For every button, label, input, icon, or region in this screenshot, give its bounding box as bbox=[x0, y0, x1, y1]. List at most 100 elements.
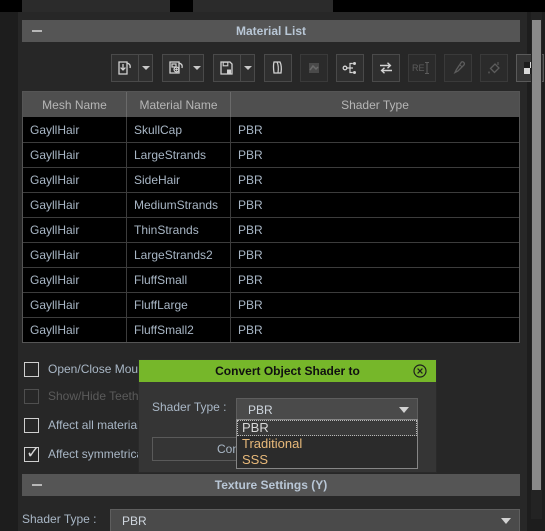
table-row[interactable]: GayllHair FluffSmall2 PBR bbox=[23, 317, 519, 342]
table-row[interactable]: GayllHair SkullCap PBR bbox=[23, 117, 519, 142]
checkbox-row-show-hide-teeth: Show/Hide Teeth bbox=[24, 385, 139, 407]
chevron-down-icon bbox=[243, 66, 252, 70]
material-list-section-header[interactable]: Material List bbox=[22, 20, 520, 42]
save-icon-button[interactable] bbox=[213, 54, 241, 82]
checkbox-affect-all-materials[interactable] bbox=[24, 417, 39, 433]
table-cell: PBR bbox=[238, 298, 263, 312]
save-icon-dropdown[interactable] bbox=[241, 54, 255, 82]
checkbox-row-affect-all-materials[interactable]: Affect all materials bbox=[24, 414, 146, 436]
table-row[interactable]: GayllHair FluffSmall PBR bbox=[23, 267, 519, 292]
eyedropper-button bbox=[444, 54, 472, 82]
checkbox-row-open-close-mouth[interactable]: Open/Close Mouth bbox=[24, 358, 148, 380]
table-header-row: Mesh Name Material Name Shader Type bbox=[23, 92, 519, 117]
svg-text:RE: RE bbox=[412, 63, 425, 73]
material-toolbar: RE bbox=[105, 54, 544, 88]
table-cell: PBR bbox=[238, 323, 263, 337]
dropdown-option[interactable]: SSS bbox=[237, 452, 417, 468]
table-cell: SkullCap bbox=[127, 117, 231, 142]
table-cell: GayllHair bbox=[23, 293, 127, 317]
check-mark-icon: ✓ bbox=[26, 442, 41, 463]
material-table: Mesh Name Material Name Shader Type Gayl… bbox=[22, 91, 520, 343]
vertical-scrollbar-thumb[interactable] bbox=[532, 20, 541, 490]
paint-bucket-icon bbox=[488, 62, 500, 74]
table-cell: FluffLarge bbox=[127, 293, 231, 317]
tab-right[interactable] bbox=[193, 0, 333, 12]
table-row[interactable]: GayllHair LargeStrands PBR bbox=[23, 142, 519, 167]
rename-text-icon: RE bbox=[412, 61, 429, 75]
table-cell: PBR bbox=[238, 273, 263, 287]
load-material-button[interactable] bbox=[111, 54, 139, 82]
table-body: GayllHair SkullCap PBR GayllHair LargeStrand… bbox=[23, 117, 519, 342]
shader-type-dropdown-list[interactable]: PBR Traditional SSS bbox=[236, 419, 418, 469]
checkbox-show-hide-teeth bbox=[24, 388, 39, 404]
dropdown-option[interactable]: Traditional bbox=[237, 436, 417, 452]
dropdown-option[interactable]: PBR bbox=[237, 420, 417, 436]
table-cell: PBR bbox=[238, 198, 263, 212]
dialog-shader-type-combo[interactable]: PBR bbox=[236, 398, 418, 421]
texture-shader-type-combo[interactable]: PBR bbox=[110, 509, 520, 531]
checkbox-open-close-mouth[interactable] bbox=[24, 361, 39, 377]
node-tree-icon bbox=[342, 62, 356, 74]
table-cell: GayllHair bbox=[23, 117, 127, 142]
panel-left-margin bbox=[0, 12, 18, 531]
column-header-material-name[interactable]: Material Name bbox=[127, 92, 231, 117]
minus-icon[interactable] bbox=[32, 30, 42, 32]
checkbox-affect-symmetrical[interactable]: ✓ bbox=[24, 442, 41, 463]
table-cell: GayllHair bbox=[23, 218, 127, 242]
table-cell: PBR bbox=[238, 223, 263, 237]
vertical-scrollbar-track[interactable] bbox=[531, 12, 542, 519]
table-cell: GayllHair bbox=[23, 318, 127, 342]
dialog-shader-type-label: Shader Type : bbox=[152, 400, 227, 414]
save-material-dropdown[interactable] bbox=[190, 54, 204, 82]
eyedropper-icon bbox=[453, 61, 465, 74]
table-cell: FluffSmall bbox=[127, 268, 231, 292]
dialog-title-bar: Convert Object Shader to bbox=[139, 360, 436, 382]
rename-button: RE bbox=[408, 54, 436, 82]
minus-icon[interactable] bbox=[32, 484, 42, 486]
column-header-mesh-name[interactable]: Mesh Name bbox=[23, 92, 127, 117]
tab-strip bbox=[0, 0, 545, 12]
table-row[interactable]: GayllHair LargeStrands2 PBR bbox=[23, 242, 519, 267]
dialog-shader-type-value: PBR bbox=[248, 402, 273, 417]
tab-left[interactable] bbox=[22, 0, 170, 12]
texture-shader-type-label: Shader Type : bbox=[22, 512, 97, 526]
copy-button[interactable] bbox=[264, 54, 292, 82]
save-as-icon bbox=[169, 61, 183, 74]
tab-gap bbox=[170, 0, 193, 12]
material-list-title: Material List bbox=[235, 24, 307, 38]
table-cell: GayllHair bbox=[23, 193, 127, 217]
node-tree-button[interactable] bbox=[336, 54, 364, 82]
close-circle-icon[interactable] bbox=[412, 363, 428, 379]
checkbox-row-affect-symmetrical[interactable]: ✓ Affect symmetrical bbox=[24, 443, 146, 465]
table-cell: PBR bbox=[238, 248, 263, 262]
table-row[interactable]: GayllHair FluffLarge PBR bbox=[23, 292, 519, 317]
texture-shader-type-value: PBR bbox=[122, 513, 147, 528]
application-window: Material List RE Mesh Name Material Name… bbox=[0, 0, 545, 531]
checkbox-label-affect-symmetrical: Affect symmetrical bbox=[48, 447, 146, 461]
chevron-down-icon bbox=[192, 66, 201, 70]
paint-bucket-button bbox=[480, 54, 508, 82]
save-material-button[interactable] bbox=[162, 54, 190, 82]
swap-arrows-icon bbox=[380, 62, 392, 74]
checkbox-label-open-close-mouth: Open/Close Mouth bbox=[48, 362, 149, 376]
texture-settings-section-header[interactable]: Texture Settings (Y) bbox=[22, 474, 520, 496]
table-cell: GayllHair bbox=[23, 268, 127, 292]
table-row[interactable]: GayllHair ThinStrands PBR bbox=[23, 217, 519, 242]
chevron-down-icon bbox=[501, 517, 511, 524]
checkbox-label-show-hide-teeth: Show/Hide Teeth bbox=[48, 389, 139, 403]
table-cell: GayllHair bbox=[23, 168, 127, 192]
table-cell: GayllHair bbox=[23, 143, 127, 167]
paste-icon bbox=[309, 63, 319, 73]
load-icon bbox=[118, 61, 131, 75]
table-row[interactable]: GayllHair SideHair PBR bbox=[23, 167, 519, 192]
table-cell: SideHair bbox=[127, 168, 231, 192]
table-row[interactable]: GayllHair MediumStrands PBR bbox=[23, 192, 519, 217]
table-cell: FluffSmall2 bbox=[127, 318, 231, 342]
dialog-title: Convert Object Shader to bbox=[215, 364, 360, 378]
chevron-down-icon bbox=[141, 66, 150, 70]
column-header-shader-type[interactable]: Shader Type bbox=[231, 92, 519, 117]
load-material-dropdown[interactable] bbox=[139, 54, 153, 82]
floppy-disk-icon bbox=[220, 61, 233, 75]
swap-button[interactable] bbox=[372, 54, 400, 82]
table-cell: PBR bbox=[238, 148, 263, 162]
